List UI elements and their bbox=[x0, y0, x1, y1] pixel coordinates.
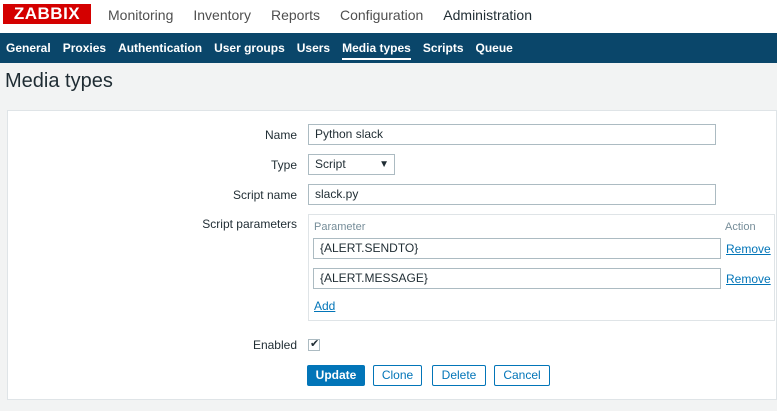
parameter-input-2[interactable]: {ALERT.MESSAGE} bbox=[313, 268, 721, 289]
main-menu-inventory[interactable]: Inventory bbox=[183, 0, 261, 33]
type-select[interactable]: Script ▼ bbox=[308, 154, 395, 175]
sub-menu-authentication[interactable]: Authentication bbox=[112, 33, 208, 63]
page-title: Media types bbox=[5, 70, 113, 92]
sub-menu-general[interactable]: General bbox=[0, 33, 57, 63]
sub-menu-user-groups[interactable]: User groups bbox=[208, 33, 291, 63]
parameter-input-1[interactable]: {ALERT.SENDTO} bbox=[313, 238, 721, 259]
type-select-value: Script bbox=[315, 157, 346, 171]
add-parameter-link[interactable]: Add bbox=[314, 299, 335, 313]
sub-menu-bar: General Proxies Authentication User grou… bbox=[0, 33, 777, 63]
media-type-form: Name Python slack Type Script ▼ Script n… bbox=[7, 110, 777, 400]
sub-menu-media-types[interactable]: Media types bbox=[336, 33, 417, 63]
caret-down-icon: ▼ bbox=[379, 159, 389, 170]
sub-menu: General Proxies Authentication User grou… bbox=[0, 33, 777, 63]
delete-button[interactable]: Delete bbox=[432, 365, 486, 386]
parameter-column-header: Parameter bbox=[314, 221, 366, 233]
remove-parameter-2-link[interactable]: Remove bbox=[726, 272, 771, 286]
main-menu-configuration[interactable]: Configuration bbox=[330, 0, 433, 33]
action-column-header: Action bbox=[725, 221, 756, 233]
clone-button[interactable]: Clone bbox=[373, 365, 422, 386]
script-name-input[interactable]: slack.py bbox=[308, 184, 716, 205]
name-input[interactable]: Python slack bbox=[308, 124, 716, 145]
remove-parameter-1-link[interactable]: Remove bbox=[726, 242, 771, 256]
enabled-label: Enabled bbox=[252, 338, 297, 352]
type-label: Type bbox=[270, 158, 297, 172]
checkmark-icon: ✔ bbox=[310, 338, 320, 350]
script-parameters-table: Parameter Action {ALERT.SENDTO} Remove {… bbox=[308, 214, 775, 321]
main-menu: Monitoring Inventory Reports Configurati… bbox=[98, 0, 542, 33]
sub-menu-users[interactable]: Users bbox=[291, 33, 336, 63]
update-button[interactable]: Update bbox=[307, 365, 365, 386]
sub-menu-proxies[interactable]: Proxies bbox=[57, 33, 112, 63]
script-parameters-label: Script parameters bbox=[202, 217, 297, 231]
script-name-label: Script name bbox=[232, 188, 297, 202]
zabbix-logo[interactable]: ZABBIX bbox=[3, 4, 91, 24]
sub-menu-queue[interactable]: Queue bbox=[470, 33, 519, 63]
main-menu-administration[interactable]: Administration bbox=[433, 0, 542, 33]
name-label: Name bbox=[264, 128, 297, 142]
sub-menu-scripts[interactable]: Scripts bbox=[417, 33, 470, 63]
main-menu-reports[interactable]: Reports bbox=[261, 0, 330, 33]
main-menu-monitoring[interactable]: Monitoring bbox=[98, 0, 183, 33]
top-bar: ZABBIX Monitoring Inventory Reports Conf… bbox=[0, 0, 777, 33]
enabled-checkbox[interactable]: ✔ bbox=[308, 338, 320, 351]
cancel-button[interactable]: Cancel bbox=[494, 365, 550, 386]
